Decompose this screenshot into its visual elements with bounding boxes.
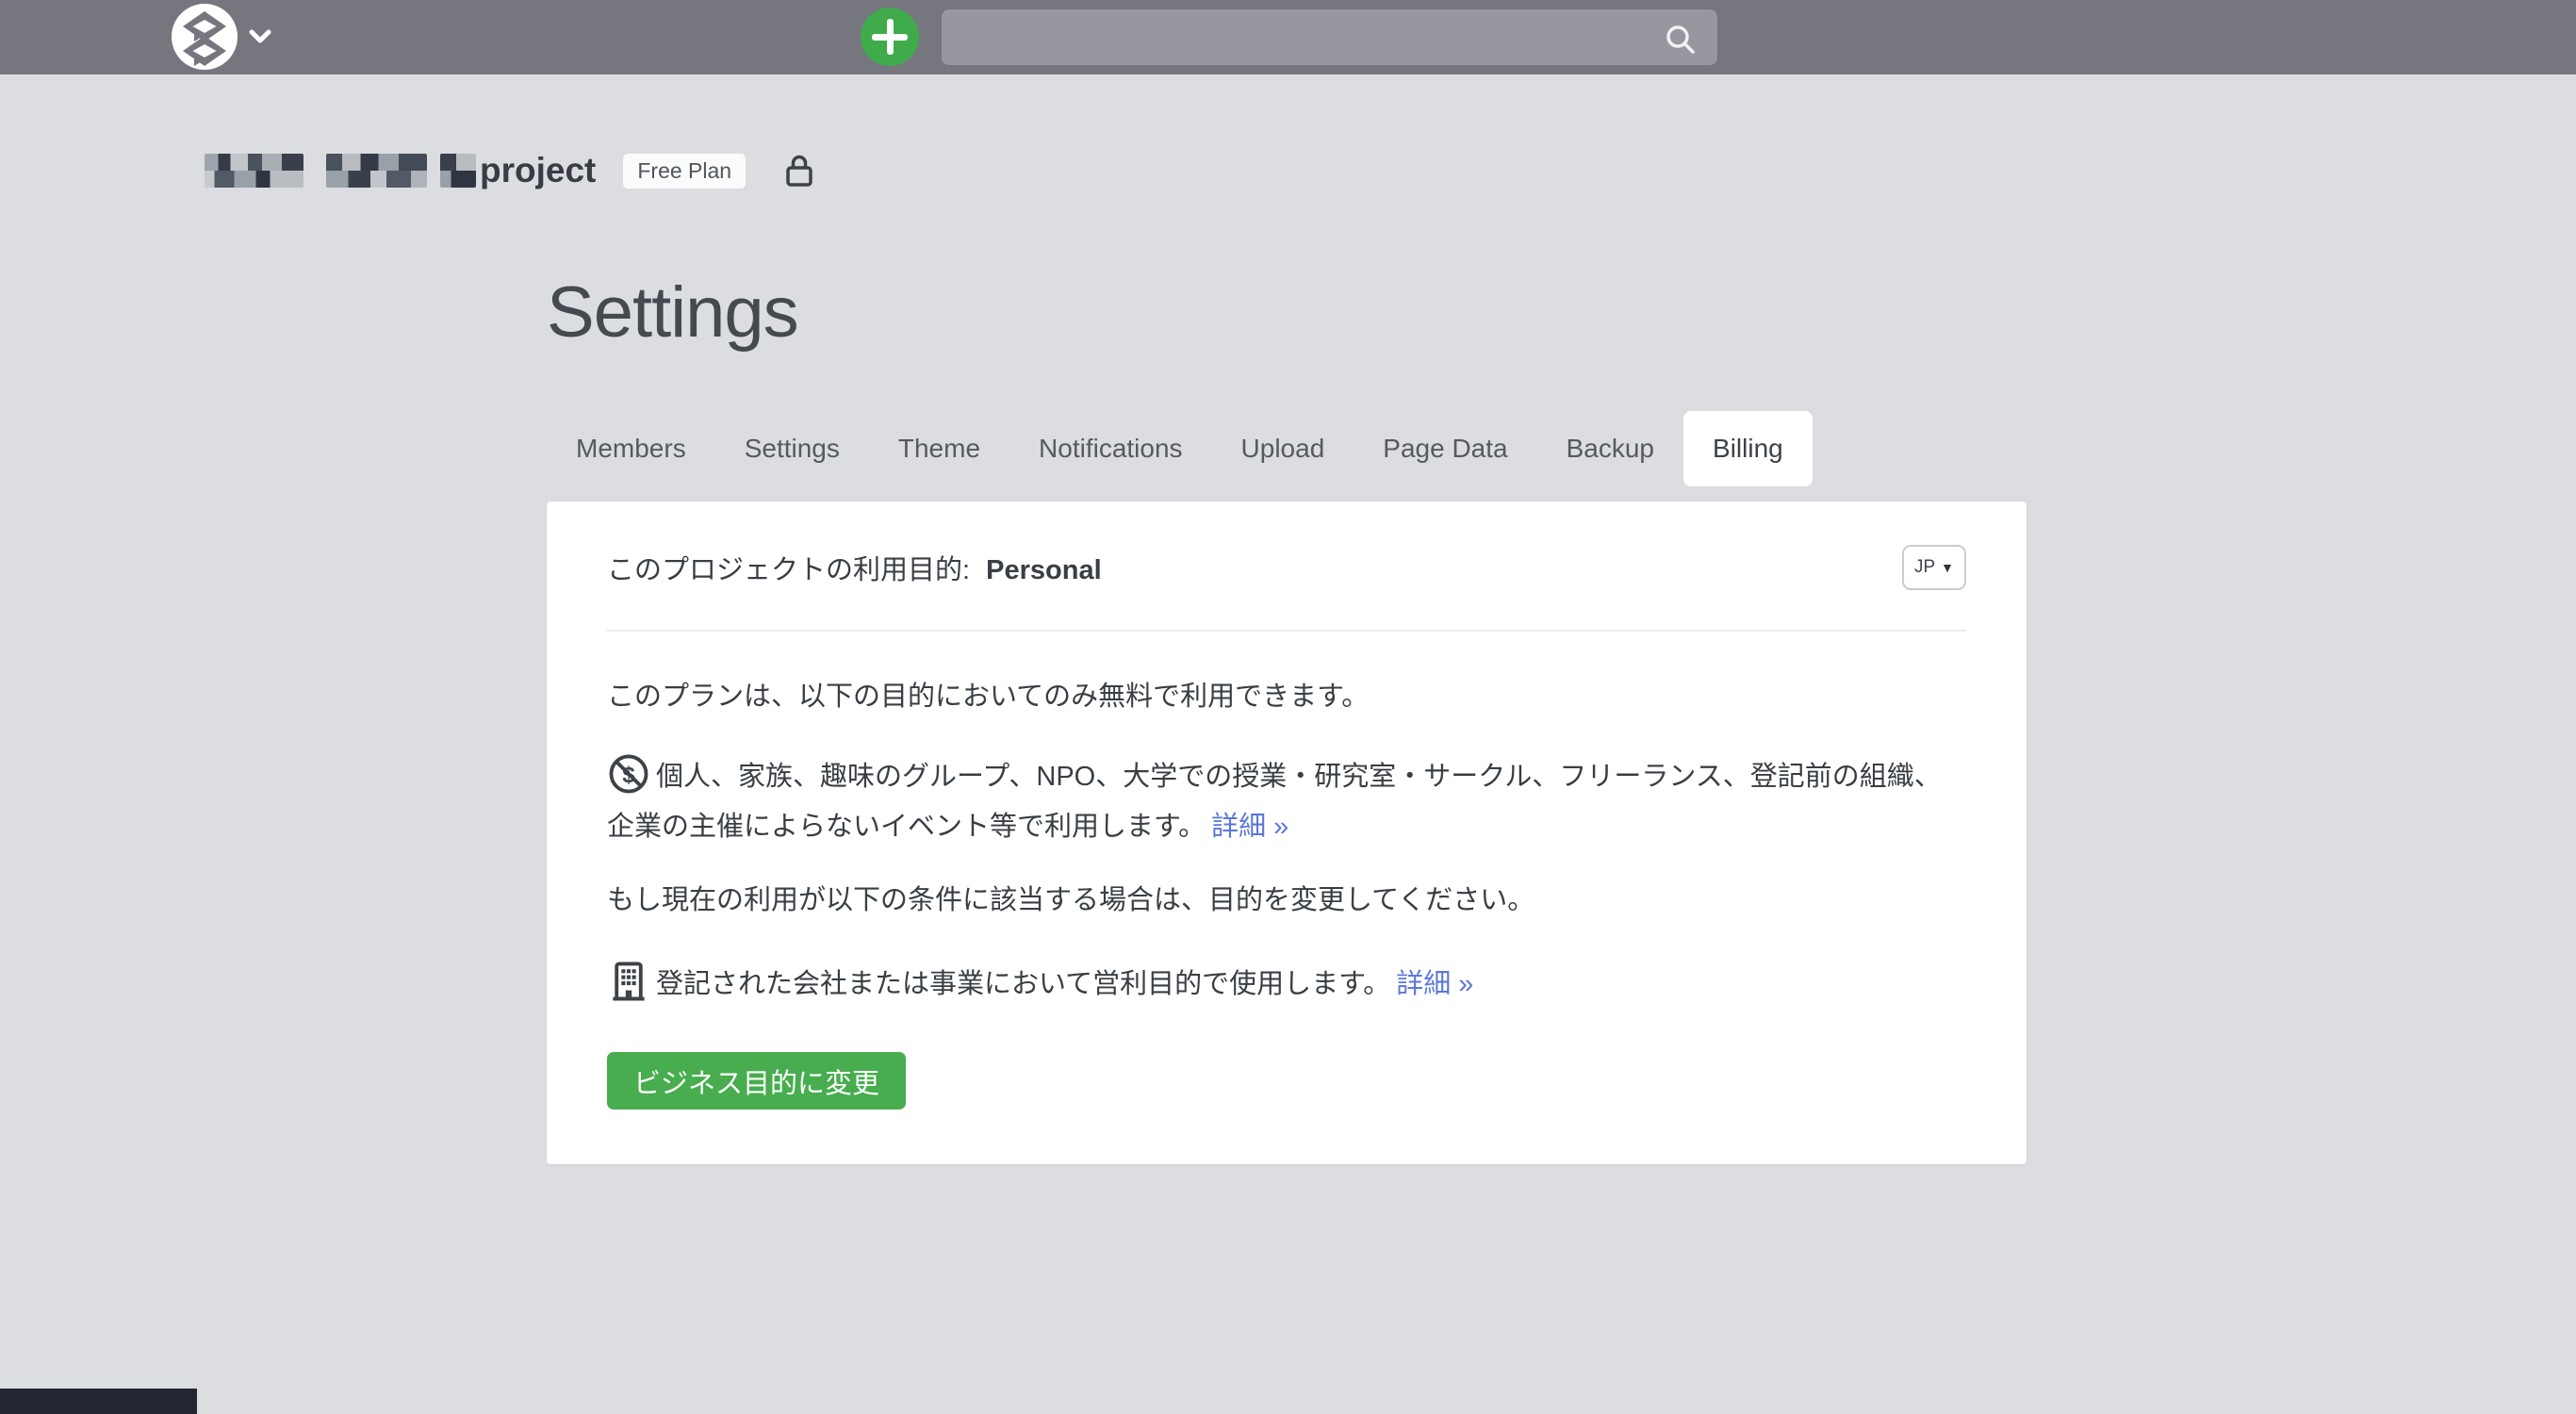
plan-badge: Free Plan bbox=[623, 154, 746, 189]
project-name-redacted-block bbox=[326, 154, 427, 188]
change-to-business-button[interactable]: ビジネス目的に変更 bbox=[607, 1052, 906, 1110]
divider bbox=[607, 630, 1966, 632]
topbar bbox=[0, 0, 2576, 74]
warning-text: もし現在の利用が以下の条件に該当する場合は、目的を変更してください。 bbox=[607, 880, 1966, 920]
personal-detail-link[interactable]: 詳細 » bbox=[1211, 812, 1288, 842]
caret-down-icon: ▼ bbox=[1941, 560, 1954, 575]
project-name-redacted-block bbox=[205, 154, 304, 188]
app-logo-icon bbox=[172, 4, 238, 70]
business-usage-item: 登記された会社または事業において営利目的で使用します。詳細 » bbox=[607, 960, 1966, 1014]
page-title: Settings bbox=[547, 271, 798, 354]
app-logo-button[interactable] bbox=[172, 4, 277, 70]
lock-icon bbox=[783, 153, 815, 189]
create-page-button[interactable] bbox=[861, 8, 919, 66]
purpose-line: このプロジェクトの利用目的: Personal bbox=[607, 548, 1102, 587]
tab-notifications[interactable]: Notifications bbox=[1009, 411, 1212, 486]
tab-page-data[interactable]: Page Data bbox=[1354, 411, 1536, 486]
status-bar-artifact bbox=[0, 1389, 197, 1414]
language-code: JP bbox=[1914, 557, 1935, 578]
tab-billing[interactable]: Billing bbox=[1683, 411, 1813, 486]
purpose-label: このプロジェクトの利用目的: bbox=[607, 555, 970, 585]
building-icon bbox=[607, 960, 650, 1014]
personal-usage-item: $ 個人、家族、趣味のグループ、NPO、大学での授業・研究室・サークル、フリーラ… bbox=[607, 752, 1966, 847]
purpose-row: このプロジェクトの利用目的: Personal JP ▼ bbox=[607, 545, 1966, 590]
language-selector-button[interactable]: JP ▼ bbox=[1902, 545, 1966, 590]
tab-upload[interactable]: Upload bbox=[1212, 411, 1354, 486]
intro-text: このプランは、以下の目的においてのみ無料で利用できます。 bbox=[607, 677, 1966, 716]
billing-card: このプロジェクトの利用目的: Personal JP ▼ このプランは、以下の目… bbox=[547, 501, 2026, 1164]
search-input[interactable] bbox=[942, 9, 1717, 65]
tab-backup[interactable]: Backup bbox=[1537, 411, 1683, 486]
project-name[interactable]: project bbox=[480, 151, 596, 190]
business-usage-text: 登記された会社または事業において営利目的で使用します。 bbox=[656, 969, 1390, 999]
tab-members[interactable]: Members bbox=[547, 411, 715, 486]
no-money-icon: $ bbox=[607, 752, 650, 807]
purpose-value: Personal bbox=[986, 555, 1102, 585]
tab-settings[interactable]: Settings bbox=[715, 411, 869, 486]
business-detail-link[interactable]: 詳細 » bbox=[1396, 969, 1473, 999]
chevron-down-icon bbox=[249, 29, 271, 44]
project-name-redacted-block bbox=[440, 154, 476, 188]
project-header: project Free Plan bbox=[205, 148, 815, 193]
search-icon bbox=[1663, 22, 1698, 58]
settings-tabs-bar: Members Settings Theme Notifications Upl… bbox=[547, 411, 1813, 486]
tab-theme[interactable]: Theme bbox=[869, 411, 1009, 486]
search-box bbox=[942, 9, 1717, 65]
